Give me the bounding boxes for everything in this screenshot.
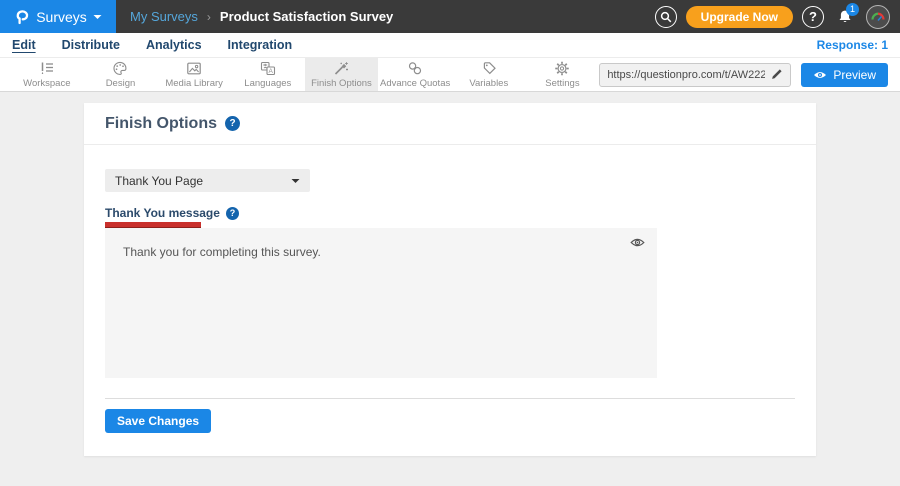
notification-badge: 1 [846, 3, 859, 16]
finish-type-select[interactable]: Thank You Page [105, 169, 310, 192]
tag-icon [481, 61, 497, 76]
thank-you-message-label: Thank You message [105, 206, 220, 220]
finish-options-card: Finish Options ? Thank You Page Thank Yo… [84, 103, 816, 456]
gear-icon [554, 61, 570, 76]
chain-links-icon [407, 61, 423, 76]
breadcrumb-separator: › [207, 10, 211, 24]
toolbar-item-finish-options[interactable]: Finish Options [305, 58, 379, 91]
svg-text:A: A [268, 68, 273, 75]
toolbar-label: Variables [469, 78, 508, 89]
survey-url-box [599, 63, 791, 87]
toolbar-item-workspace[interactable]: Workspace [10, 58, 84, 91]
surveys-menu-button[interactable]: Surveys [0, 0, 116, 33]
save-changes-button[interactable]: Save Changes [105, 409, 211, 433]
toolbar-item-variables[interactable]: Variables [452, 58, 526, 91]
tab-analytics[interactable]: Analytics [146, 38, 202, 52]
editor-preview-eye-icon[interactable] [630, 237, 645, 248]
breadcrumb-current-survey: Product Satisfaction Survey [220, 9, 393, 24]
card-header: Finish Options ? [84, 103, 816, 145]
thank-you-message-text: Thank you for completing this survey. [105, 228, 657, 276]
toolbar-label: Finish Options [311, 78, 372, 89]
toolbar-label: Design [106, 78, 136, 89]
toolbar-item-languages[interactable]: A Languages [231, 58, 305, 91]
toolbar-item-advance-quotas[interactable]: Advance Quotas [378, 58, 452, 91]
preview-label: Preview [833, 68, 876, 82]
help-button[interactable]: ? [802, 6, 824, 28]
palette-icon [112, 61, 128, 76]
annotation-underline [105, 222, 201, 227]
edit-url-button[interactable] [765, 68, 783, 81]
chevron-down-icon [93, 14, 102, 20]
finish-type-value: Thank You Page [115, 174, 203, 188]
toolbar-label: Settings [545, 78, 579, 89]
survey-url-group: Preview [599, 58, 888, 91]
toolbar-item-media-library[interactable]: Media Library [157, 58, 231, 91]
breadcrumb-my-surveys[interactable]: My Surveys [130, 9, 198, 24]
tab-integration[interactable]: Integration [228, 38, 293, 52]
response-count[interactable]: Response: 1 [817, 38, 888, 52]
upgrade-now-button[interactable]: Upgrade Now [686, 6, 793, 28]
gauge-avatar-icon [870, 10, 886, 23]
questionpro-logo-icon [14, 8, 30, 25]
divider [105, 398, 795, 399]
preview-button[interactable]: Preview [801, 63, 888, 87]
thank-you-message-editor[interactable]: Thank you for completing this survey. [105, 228, 657, 378]
help-icon: ? [809, 10, 817, 23]
translate-icon: A [260, 61, 276, 76]
workspace-icon [39, 61, 55, 76]
toolbar-item-design[interactable]: Design [84, 58, 158, 91]
survey-nav: Edit Distribute Analytics Integration Re… [0, 33, 900, 57]
search-icon [660, 11, 672, 23]
toolbar-label: Media Library [165, 78, 223, 89]
toolbar-item-settings[interactable]: Settings [526, 58, 600, 91]
eye-icon [813, 70, 827, 80]
topbar-actions: Upgrade Now ? 1 [655, 5, 890, 29]
toolbar-label: Languages [244, 78, 291, 89]
user-avatar[interactable] [866, 5, 890, 29]
toolbar-label: Advance Quotas [380, 78, 450, 89]
thank-you-message-help-icon[interactable]: ? [226, 207, 239, 220]
image-icon [186, 61, 202, 76]
survey-url-input[interactable] [607, 69, 765, 81]
toolbar-label: Workspace [23, 78, 70, 89]
tab-distribute[interactable]: Distribute [62, 38, 120, 52]
page-title: Finish Options [105, 115, 217, 133]
thank-you-message-label-row: Thank You message ? [105, 206, 239, 220]
tab-edit[interactable]: Edit [12, 38, 36, 52]
page-body: Finish Options ? Thank You Page Thank Yo… [0, 92, 900, 486]
surveys-menu-label: Surveys [36, 9, 87, 25]
pencil-icon [770, 68, 783, 81]
notifications-button[interactable]: 1 [833, 5, 857, 29]
magic-wand-icon [333, 61, 349, 76]
finish-options-help-icon[interactable]: ? [225, 116, 240, 131]
chevron-down-icon [291, 178, 300, 184]
edit-toolbar: Workspace Design Media Library [0, 57, 900, 92]
top-bar: Surveys My Surveys › Product Satisfactio… [0, 0, 900, 33]
search-button[interactable] [655, 6, 677, 28]
breadcrumb: My Surveys › Product Satisfaction Survey [130, 9, 393, 24]
